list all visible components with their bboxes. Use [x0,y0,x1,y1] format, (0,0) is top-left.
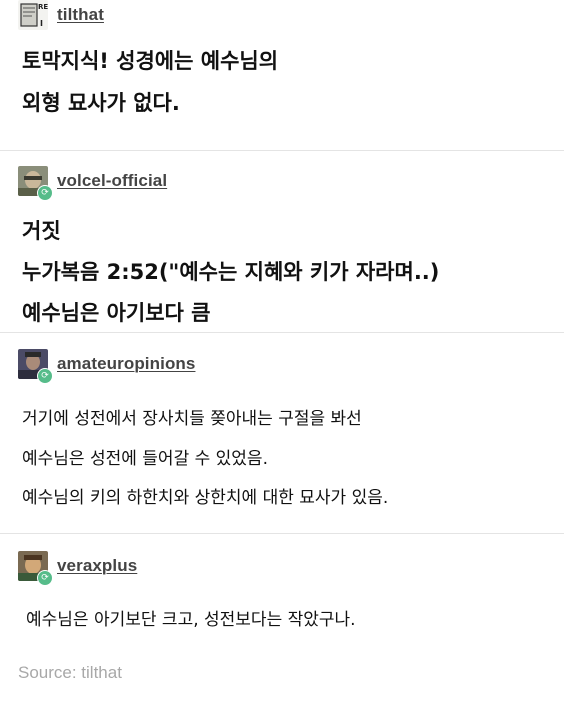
username[interactable]: volcel-official [57,171,167,191]
username[interactable]: veraxplus [57,556,137,576]
post-header: ⟳ veraxplus [18,551,137,586]
post-header: ⟳ amateuropinions [18,349,195,384]
post-text-line: 외형 묘사가 없다. [22,91,180,115]
post-text-line: 거기에 성전에서 장사치들 쫒아내는 구절을 봐선 [22,409,362,429]
reblog-icon: ⟳ [37,570,53,586]
post-text-line: 예수님의 키의 하한치와 상한치에 대한 묘사가 있음. [22,488,389,508]
username[interactable]: amateuropinions [57,354,195,374]
avatar[interactable]: ⟳ [18,551,53,586]
avatar[interactable]: ⟳ [18,349,53,384]
avatar[interactable]: ⟳ [18,166,53,201]
svg-text:I: I [40,19,43,28]
post-text-line: 토막지식! 성경에는 예수님의 [22,49,279,73]
post-text-line: 누가복음 2:52("예수는 지혜와 키가 자라며..) [22,260,440,284]
reblog-icon: ⟳ [37,368,53,384]
avatar[interactable]: RE I [18,0,48,30]
svg-text:RE: RE [38,3,48,11]
divider [0,332,564,333]
post-header: ⟳ volcel-official [18,166,167,201]
reblog-icon: ⟳ [37,185,53,201]
source-link[interactable]: Source: tilthat [18,663,122,683]
post-text-line: 예수님은 아기보단 크고, 성전보다는 작았구나. [26,610,356,630]
book-avatar-icon: RE I [18,0,48,30]
post-text-line: 예수님은 성전에 들어갈 수 있었음. [22,449,268,469]
divider [0,533,564,534]
divider [0,150,564,151]
post-header: RE I tilthat [18,0,104,30]
post-text-line: 예수님은 아기보다 큼 [22,301,211,325]
username[interactable]: tilthat [57,5,104,25]
post-text-line: 거짓 [22,219,61,243]
